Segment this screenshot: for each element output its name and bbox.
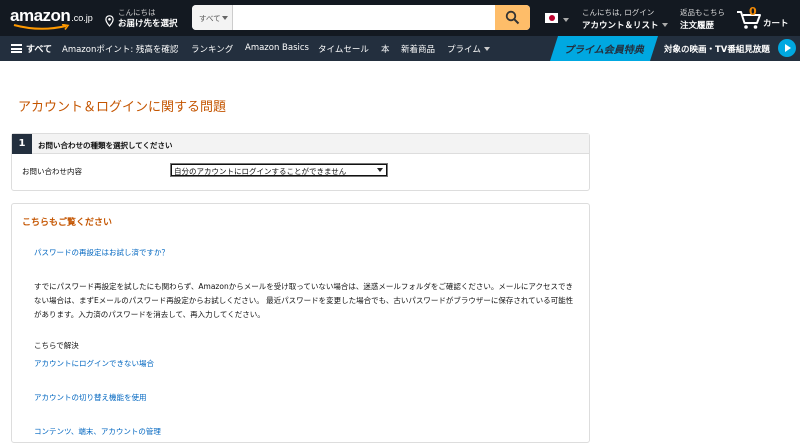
chevron-down-icon [661, 23, 668, 27]
password-reset-link[interactable]: パスワードの再設定はお試し済ですか？ [34, 247, 169, 258]
search-icon [505, 10, 520, 25]
contact-type-select[interactable]: 自分のアカウントにログインすることができません [170, 163, 388, 177]
language-flag-icon[interactable] [545, 13, 558, 23]
cannot-login-link[interactable]: アカウントにログインできない場合 [34, 358, 154, 369]
prime-benefits-label: プライム会員特典 [564, 45, 644, 56]
amazon-logo[interactable]: amazon.co.jp [10, 6, 93, 30]
nav-link-prime[interactable]: プライム [447, 43, 490, 55]
chevron-down-icon [377, 168, 383, 172]
logo-text: amazon [10, 6, 71, 25]
prime-video-promo[interactable]: 対象の映画・TV番組見放題 [664, 43, 770, 55]
nav-link-prime-label: プライム [447, 45, 481, 55]
nav-link-points[interactable]: Amazonポイント: 残高を確認 [62, 43, 178, 55]
cart-label: カート [763, 19, 789, 29]
chevron-down-icon [222, 16, 228, 20]
account-greeting: こんにちは, ログイン [582, 8, 655, 17]
account-lists-label: アカウント＆リスト [582, 21, 659, 31]
page-title: アカウント＆ログインに関する問題 [18, 100, 227, 115]
account-menu[interactable]: こんにちは, ログイン アカウント＆リスト [582, 7, 668, 31]
chevron-down-icon [483, 47, 490, 51]
returns-label: 返品もこちら [680, 8, 725, 17]
manage-content-link[interactable]: コンテンツ、端末、アカウントの管理 [34, 426, 161, 437]
nav-link-basics[interactable]: Amazon Basics [245, 43, 309, 53]
cart-button[interactable]: 0 カート [736, 5, 796, 32]
nav-link-timesale[interactable]: タイムセール [318, 43, 369, 55]
search-button[interactable] [495, 5, 530, 30]
chevron-down-icon [563, 18, 569, 22]
contact-type-section: 1 お問い合わせの種類を選択してください お問い合わせ内容 自分のアカウントにロ… [11, 133, 590, 191]
help-section-title: こちらもご覧ください [22, 218, 113, 228]
all-menu-label: すべて [26, 45, 53, 55]
all-menu-button[interactable]: すべて [11, 42, 52, 55]
deliver-select-address: お届け先を選択 [118, 19, 178, 29]
search-category-label: すべて [199, 14, 221, 23]
contact-type-selected-value: 自分のアカウントにログインすることができません [174, 167, 347, 176]
cart-count: 0 [749, 5, 757, 18]
logo-smile-icon [13, 24, 70, 30]
search-input[interactable] [234, 5, 495, 30]
prime-benefits-banner[interactable]: プライム会員特典 [550, 36, 658, 61]
switch-account-link[interactable]: アカウントの切り替え機能を使用 [34, 392, 147, 403]
nav-top-bar: amazon.co.jp こんにちは お届け先を選択 すべて こんにちは, ログ… [0, 0, 800, 36]
location-pin-icon [105, 15, 114, 27]
orders-label: 注文履歴 [680, 21, 715, 31]
step-number-badge: 1 [12, 134, 32, 154]
resolve-here-label: こちらで解決 [34, 341, 79, 350]
logo-tld: .co.jp [71, 13, 93, 23]
help-section: こちらもご覧ください パスワードの再設定はお試し済ですか？ すでにパスワード再設… [11, 203, 590, 443]
play-icon[interactable] [778, 39, 796, 57]
contact-type-label: お問い合わせ内容 [22, 167, 82, 176]
section-heading: お問い合わせの種類を選択してください [38, 141, 173, 150]
section-header: 1 お問い合わせの種類を選択してください [12, 134, 589, 154]
search-category-dropdown[interactable]: すべて [192, 5, 233, 30]
hamburger-icon [11, 44, 22, 53]
search-bar: すべて [192, 5, 530, 30]
help-paragraph: すでにパスワード再設定を試したにも関わらず、Amazonからメールを受け取ってい… [34, 282, 574, 319]
orders-link[interactable]: 返品もこちら 注文履歴 [680, 7, 725, 31]
nav-link-ranking[interactable]: ランキング [191, 43, 233, 55]
nav-link-new-arrivals[interactable]: 新着商品 [401, 43, 435, 55]
nav-link-books[interactable]: 本 [381, 43, 390, 55]
